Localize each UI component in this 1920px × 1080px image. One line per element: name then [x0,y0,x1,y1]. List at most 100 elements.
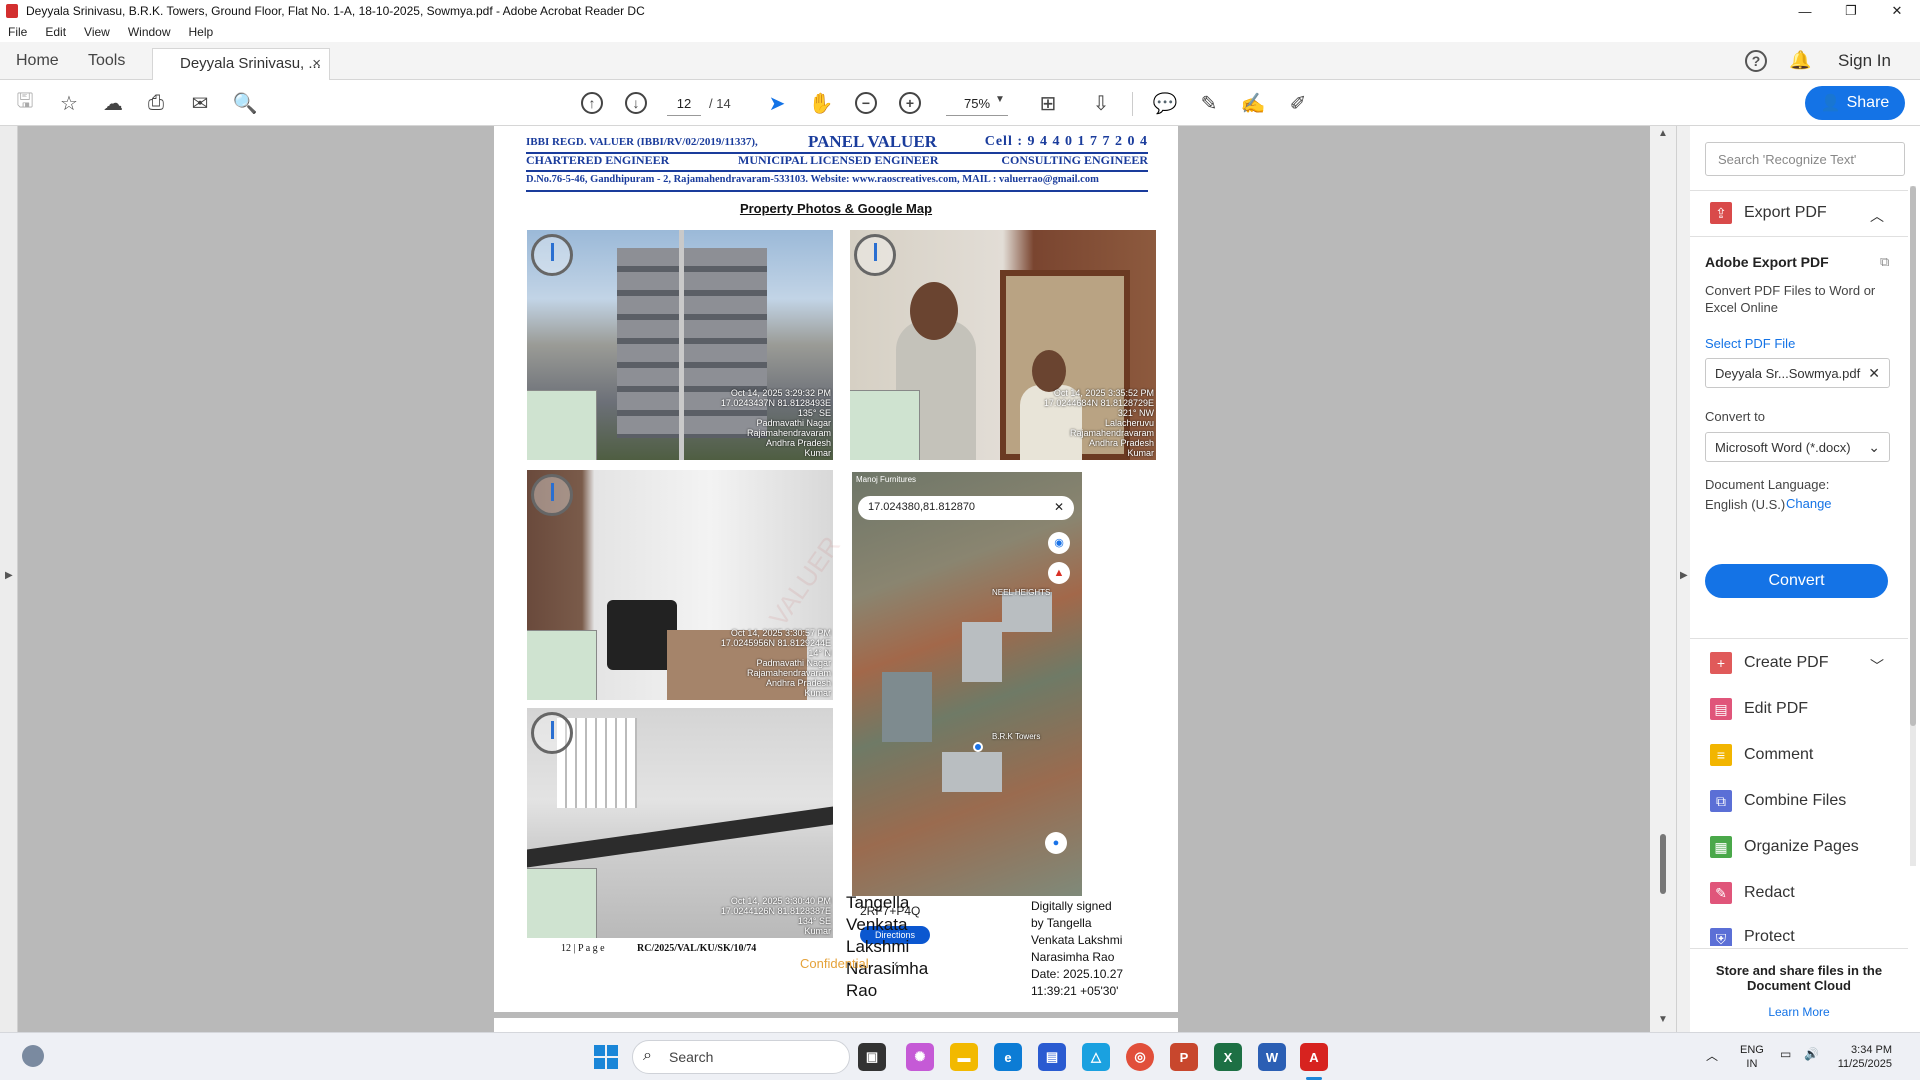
combine-files-tool[interactable]: ⧉ Combine Files [1710,790,1846,812]
selfie-photo: Oct 14, 2025 3:35:52 PM 17.0244684N 81.81… [850,230,1156,460]
selected-file-field: Deyyala Sr...Sowmya.pdf ✕ [1705,358,1890,388]
edge-browser-icon[interactable]: e [994,1043,1022,1071]
document-scrollbar[interactable]: ▲ ▼ [1650,126,1676,1032]
zoom-in-icon[interactable]: + [897,90,923,116]
comment-tool[interactable]: ≡ Comment [1710,744,1813,766]
fill-sign-icon[interactable]: ✐ [1285,90,1311,116]
convert-to-label: Convert to [1705,409,1765,424]
pane-scrollbar-thumb[interactable] [1910,186,1916,726]
copy-icon[interactable]: ⧉ [1880,254,1889,270]
powerpoint-icon[interactable]: P [1170,1043,1198,1071]
cloud-upload-icon[interactable]: ☁ [100,90,126,116]
chevron-up-icon[interactable]: ︿ [1706,1047,1718,1064]
report-reference: RC/2025/VAL/KU/SK/10/74 [637,943,757,954]
help-icon[interactable]: ? [1745,50,1767,72]
windows-start-icon[interactable] [594,1045,618,1069]
tab-tools[interactable]: Tools [88,52,125,70]
chrome-icon[interactable]: ◎ [1126,1043,1154,1071]
save-icon[interactable]: 🖫 [12,90,38,116]
next-pdf-page [494,1018,1178,1032]
next-page-icon[interactable]: ↓ [623,90,649,116]
weather-widget-icon[interactable] [22,1045,44,1067]
menu-edit[interactable]: Edit [45,25,66,39]
drive-icon[interactable]: △ [1082,1043,1110,1071]
photo-timestamp: Oct 14, 2025 3:35:52 PM 17.0244684N 81.81… [1043,388,1154,458]
right-panel-toggle[interactable]: ▶ [1676,126,1690,1032]
sign-in-link[interactable]: Sign In [1838,51,1891,71]
learn-more-link[interactable]: Learn More [1690,1005,1908,1019]
task-view-icon[interactable]: ▣ [858,1043,886,1071]
digital-signature-details[interactable]: Digitally signed by Tangella Venkata Lak… [1031,898,1123,1000]
page-number-input[interactable]: 12 [667,92,701,116]
hand-tool-icon[interactable]: ✋ [808,90,834,116]
bell-icon[interactable]: 🔔 [1789,50,1811,71]
minimize-button[interactable]: — [1782,0,1828,22]
select-cursor-icon[interactable]: ➤ [764,90,790,116]
bookmark-star-icon[interactable]: ☆ [56,90,82,116]
comment-icon[interactable]: 💬 [1152,90,1178,116]
scrollbar-thumb[interactable] [1660,834,1666,894]
language-indicator[interactable]: ENG IN [1740,1043,1764,1071]
acrobat-taskbar-icon[interactable]: A [1300,1043,1328,1071]
taskbar-search-box[interactable]: ⌕ Search [632,1040,850,1074]
scroll-down-icon[interactable]: ▼ [1658,1014,1668,1025]
redact-tool[interactable]: ✎ Redact [1710,882,1795,904]
tab-home[interactable]: Home [16,52,59,70]
scroll-up-icon[interactable]: ▲ [1658,128,1668,139]
create-pdf-tool[interactable]: + Create PDF [1710,652,1828,674]
pane-scrollbar[interactable] [1910,186,1916,866]
network-icon[interactable]: ▭ [1780,1047,1791,1061]
chevron-down-icon[interactable]: ▼ [995,94,1005,105]
protect-tool[interactable]: ⛨ Protect [1710,928,1795,946]
email-icon[interactable]: ✉ [187,90,213,116]
remove-file-icon[interactable]: ✕ [1868,365,1880,382]
volume-icon[interactable]: 🔊 [1804,1047,1819,1061]
export-pdf-tool[interactable]: ⇪ Export PDF [1710,202,1827,224]
chevron-down-icon[interactable]: ﹀ [1870,656,1884,676]
share-user-icon: 👤 [1820,95,1841,112]
map-building [1002,592,1052,632]
minimap-thumbnail [527,868,597,938]
format-select[interactable]: Microsoft Word (*.docx) ⌄ [1705,432,1890,462]
page-fit-icon[interactable]: ⊞ [1035,90,1061,116]
selected-file-name: Deyyala Sr...Sowmya.pdf [1715,366,1861,381]
chevron-up-icon[interactable]: ︿ [1870,206,1884,226]
zoom-out-icon[interactable]: − [853,90,879,116]
store-icon[interactable]: ▤ [1038,1043,1066,1071]
file-explorer-icon[interactable]: ▬ [950,1043,978,1071]
copilot-icon[interactable]: ✺ [906,1043,934,1071]
previous-page-icon[interactable]: ↑ [579,90,605,116]
acrobat-icon [6,4,18,18]
excel-icon[interactable]: X [1214,1043,1242,1071]
pane-divider [1690,638,1908,639]
edit-pdf-tool[interactable]: ▤ Edit PDF [1710,698,1808,720]
highlight-pen-icon[interactable]: ✎ [1196,90,1222,116]
chartered-engineer-text: CHARTERED ENGINEER [526,153,670,167]
left-panel-toggle[interactable]: ▶ [0,126,18,1032]
close-window-button[interactable]: ✕ [1874,0,1920,22]
google-map-screenshot: Manoj Furnitures 17.024380,81.812870 ✕ ◉… [852,472,1082,896]
convert-button[interactable]: Convert [1705,564,1888,598]
select-pdf-file-link[interactable]: Select PDF File [1705,336,1795,351]
organize-pages-tool[interactable]: ▦ Organize Pages [1710,836,1859,858]
tab-document[interactable]: Deyyala Srinivasu, ... × [152,48,330,80]
my-location-icon: ● [1045,832,1067,854]
maximize-button[interactable]: ❐ [1828,0,1874,22]
change-language-link[interactable]: Change [1786,496,1832,511]
share-button[interactable]: 👤 Share [1805,86,1905,120]
pole-shape [679,230,684,460]
tools-pane: Search 'Recognize Text' ⇪ Export PDF ︿ A… [1690,126,1920,1032]
menu-window[interactable]: Window [128,25,171,39]
sign-icon[interactable]: ✍ [1240,90,1266,116]
scroll-mode-icon[interactable]: ⇩ [1088,90,1114,116]
menu-file[interactable]: File [8,25,27,39]
menu-view[interactable]: View [84,25,110,39]
close-tab-icon[interactable]: × [312,55,321,72]
find-zoom-icon[interactable]: 🔍 [232,90,258,116]
photo-timestamp: Oct 14, 2025 3:30:57 PM 17.0245956N 81.81… [720,628,831,698]
word-icon[interactable]: W [1258,1043,1286,1071]
print-icon[interactable]: ⎙ [143,90,169,116]
search-recognize-text-input[interactable]: Search 'Recognize Text' [1705,142,1905,176]
menu-help[interactable]: Help [189,25,214,39]
taskbar-clock[interactable]: 3:34 PM 11/25/2025 [1836,1043,1892,1071]
